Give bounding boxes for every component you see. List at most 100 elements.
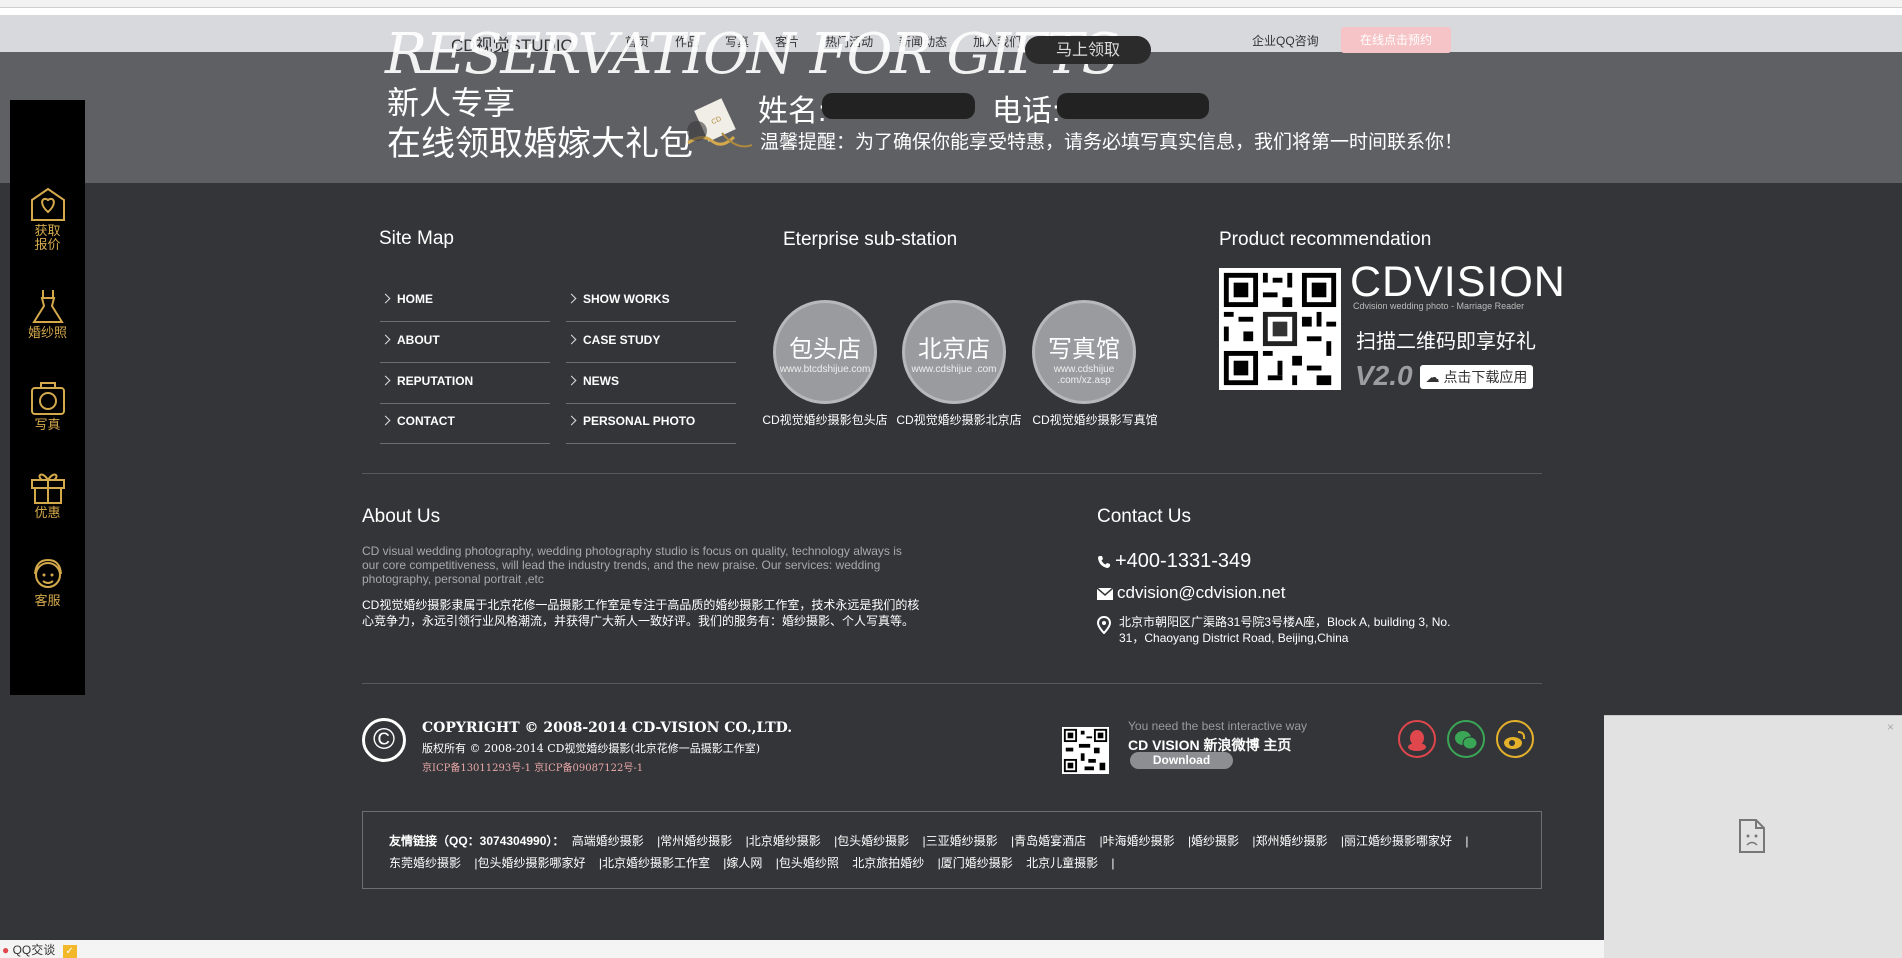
friend-link: | [1111,856,1115,870]
customer-service-icon [33,558,62,588]
phone-input[interactable] [1057,93,1209,119]
substation-title: Eterprise sub-station [783,229,958,250]
sitemap-link-show-works[interactable]: SHOW WORKS [566,282,736,322]
sidebar-item-wedding[interactable]: 婚纱照 [10,288,85,340]
sitemap-link-home[interactable]: HOME [380,282,550,322]
copyright-line2: 版权所有 © 2008-2014 CD视觉婚纱摄影(北京花修一品摄影工作室) [422,742,761,755]
qq-consult-link[interactable]: 企业QQ咨询 [1252,32,1319,49]
promo-script-title: RESERVATION FOR GIFTS [385,22,1120,87]
friend-link[interactable]: |包头婚纱摄影哪家好 [474,856,585,870]
icp-license[interactable]: 京ICP备13011293号-1 京ICP备09087122号-1 [422,759,643,774]
friend-link[interactable]: |常州婚纱摄影 [657,834,732,848]
friend-link[interactable]: |咔海婚纱摄影 [1099,834,1174,848]
sidebar-item-quote[interactable]: 获取 报价 [10,186,85,252]
cdvision-logo: CDVISION [1350,258,1566,306]
promo-tip: 温馨提醒：为了确保你能享受特惠，请务必填写真实信息，我们将第一时间联系你！ [760,132,1464,153]
close-icon[interactable]: × [1887,720,1894,734]
sitemap-link-contact[interactable]: CONTACT [380,404,550,444]
camera-icon [30,382,65,415]
sidebar-item-service[interactable]: 客服 [10,556,85,608]
links-row-2: 东莞婚纱摄影 |包头婚纱摄影哪家好 |北京婚纱摄影工作室 |嫁人网 |包头婚纱照… [389,854,1125,871]
sitemap-link-about[interactable]: ABOUT [380,323,550,363]
download-button[interactable]: Download [1130,752,1233,769]
friend-link[interactable]: |厦门婚纱摄影 [938,856,1013,870]
station-caption[interactable]: CD视觉婚纱摄影包头店 [750,411,900,428]
chevron-right-icon [380,334,391,345]
sitemap-link-personal-photo[interactable]: PERSONAL PHOTO [566,404,736,444]
friend-link[interactable]: |嫁人网 [723,856,762,870]
address-line2: 31，Chaoyang District Road, Beijing,China [1119,631,1349,645]
broken-document-icon [1739,819,1765,853]
qq-social-button[interactable] [1398,720,1436,758]
station-portrait[interactable]: 写真馆 www.cdshijue .com/xz.asp [1032,300,1136,404]
book-online-button[interactable]: 在线点击预约 [1341,27,1451,53]
weibo-social-button[interactable] [1496,720,1534,758]
download-app-button[interactable]: ☁ 点击下载应用 [1420,365,1533,389]
friend-link[interactable]: |丽江婚纱摄影哪家好 [1341,834,1452,848]
left-float-sidebar: 获取 报价 婚纱照 写真 优惠 客服 [10,100,85,695]
sidebar-item-discount[interactable]: 优惠 [10,468,85,520]
scan-qr-text: 扫描二维码即享好礼 [1356,331,1536,353]
sidebar-item-label: 报价 [34,237,61,252]
divider [362,473,1542,474]
station-beijing[interactable]: 北京店 www.cdshijue .com [902,300,1006,404]
chevron-right-icon [380,293,391,304]
wedding-dress-icon [31,290,64,323]
chevron-right-icon [380,375,391,386]
claim-gift-button[interactable]: 马上领取 [1025,36,1151,64]
station-baotou[interactable]: 包头店 www.btcdshijue.com [773,300,877,404]
friend-link[interactable]: |郑州婚纱摄影 [1252,834,1327,848]
sidebar-item-portrait[interactable]: 写真 [10,380,85,432]
sidebar-item-label: 获取 [34,223,61,238]
email-icon [1097,587,1113,600]
sitemap-link-case-study[interactable]: CASE STUDY [566,323,736,363]
contact-phone[interactable]: +400-1331-349 [1097,550,1251,573]
station-caption[interactable]: CD视觉婚纱摄影北京店 [884,411,1034,428]
cloud-download-icon: ☁ [1425,369,1440,385]
about-title: About Us [362,506,441,527]
links-row-1: 友情链接（QQ：3074304990）： 高端婚纱摄影 |常州婚纱摄影 |北京婚… [389,832,1478,849]
gift-icon [30,473,65,504]
friend-link[interactable]: 北京儿童摄影 [1026,856,1098,870]
friend-link[interactable]: |三亚婚纱摄影 [923,834,998,848]
sidebar-item-label: 婚纱照 [27,325,67,340]
friend-link[interactable]: |北京婚纱摄影工作室 [599,856,710,870]
name-label: 姓名: [758,95,827,128]
wechat-social-button[interactable] [1447,720,1485,758]
weibo-qr-code [1062,727,1109,774]
sitemap-title: Site Map [379,228,454,249]
chevron-right-icon [566,293,577,304]
product-title: Product recommendation [1219,229,1432,250]
sidebar-item-label: 优惠 [34,505,61,520]
name-input[interactable] [822,93,975,119]
friend-link[interactable]: |北京婚纱摄影 [746,834,821,848]
address-line1: 北京市朝阳区广渠路31号院3号楼A座，Block A, building 3, … [1119,615,1451,629]
phone-icon [1098,555,1110,568]
app-qr-code [1219,268,1341,390]
friend-link[interactable]: |婚纱摄影 [1188,834,1239,848]
sitemap-link-news[interactable]: NEWS [566,364,736,404]
qq-icon: ● [2,943,10,957]
qq-icon [1408,730,1426,751]
qq-chat-button[interactable]: ● QQ交谈 ✓ [2,941,77,958]
chevron-right-icon [566,415,577,426]
contact-email[interactable]: cdvision@cdvision.net [1097,583,1285,603]
chevron-right-icon [380,415,391,426]
friend-link[interactable]: 东莞婚纱摄影 [389,856,461,870]
cdvision-subtitle: Cdvision wedding photo - Marriage Reader [1353,301,1525,311]
browser-top-strip [0,0,1902,8]
station-caption[interactable]: CD视觉婚纱摄影写真馆 [1020,411,1170,428]
friend-link[interactable]: |包头婚纱摄影 [834,834,909,848]
about-chinese: CD视觉婚纱摄影隶属于北京花修一品摄影工作室是专注于高品质的婚纱摄影工作室，技术… [362,598,920,628]
shield-icon: ✓ [62,945,77,958]
contact-title: Contact Us [1097,506,1191,527]
sitemap-link-reputation[interactable]: REPUTATION [380,364,550,404]
promo-line2: 在线领取婚嫁大礼包 [387,125,693,163]
contact-address: 北京市朝阳区广渠路31号院3号楼A座，Block A, building 3, … [1097,614,1450,646]
friend-link[interactable]: |包头婚纱照 [776,856,839,870]
friend-link[interactable]: 北京旅拍婚纱 [852,856,924,870]
copyright-icon: © [362,718,406,762]
friend-link[interactable]: 高端婚纱摄影 [572,834,644,848]
chat-popup: × [1604,715,1902,958]
friend-link[interactable]: |青岛婚宴酒店 [1011,834,1086,848]
